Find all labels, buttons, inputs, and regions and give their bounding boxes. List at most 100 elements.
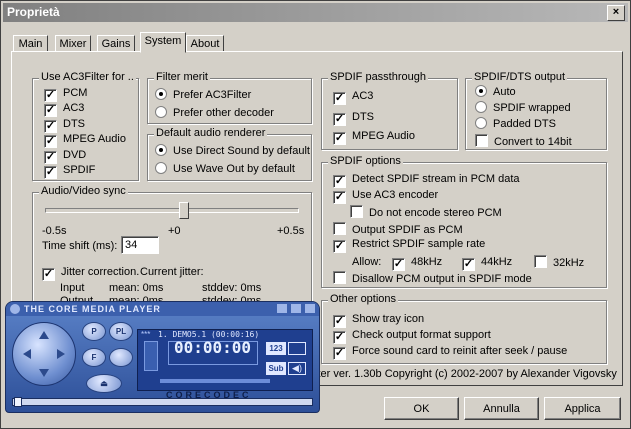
rate-32khz-checkbox[interactable]: 32kHz [534,255,584,269]
group-title: Default audio renderer [154,127,268,139]
tab-about[interactable]: About [186,35,224,52]
apply-button[interactable]: Applica [544,397,621,420]
show-tray-label: Show tray icon [352,313,425,325]
repeat-icon[interactable] [288,342,306,355]
pcm-label: PCM [63,87,88,99]
use-ac3filter-group: Use AC3Filter for .. ✓ PCM ✓ AC3 ✓ DTS ✓ MPE… [32,71,139,181]
rate-48khz-checkbox[interactable]: ✓ 48kHz [392,255,442,271]
checkmark-icon: ✓ [44,104,57,117]
slider-min-label: -0.5s [42,225,67,237]
tab-gains[interactable]: Gains [97,35,135,52]
wave-out-label: Use Wave Out by default [173,163,295,175]
pass-mpeg-audio-checkbox[interactable]: ✓ MPEG Audio [333,129,415,145]
output-spdif-pcm-label: Output SPDIF as PCM [352,224,463,236]
disallow-pcm-checkbox[interactable]: Disallow PCM output in SPDIF mode [333,271,532,285]
play-time: 00:00:00 [174,338,252,357]
spdif-wrapped-label: SPDIF wrapped [493,102,571,114]
ok-button[interactable]: OK [384,397,459,420]
player-f-button[interactable]: F [82,348,106,367]
mpeg-audio-label: MPEG Audio [63,133,126,145]
pass-dts-checkbox[interactable]: ✓ DTS [333,110,374,126]
radio-icon [475,85,487,97]
wave-out-radio[interactable]: Use Wave Out by default [155,162,295,176]
group-title: SPDIF/DTS output [472,71,568,83]
player-p-button[interactable]: P [82,322,106,341]
speaker-icon[interactable]: ◀) [288,362,306,375]
close-button[interactable]: × [607,5,625,21]
pass-mpeg-label: MPEG Audio [352,130,415,142]
tab-main[interactable]: Main [13,35,48,52]
player-close-icon[interactable] [305,304,315,313]
tab-mixer[interactable]: Mixer [55,35,91,52]
prefer-other-decoder-radio[interactable]: Prefer other decoder [155,106,274,120]
dts-checkbox[interactable]: ✓ DTS [44,117,85,133]
group-title: Use AC3Filter for .. [39,71,136,83]
checkbox-icon [475,134,488,147]
properties-window: Proprietà × Main Mixer Gains System Abou… [0,0,631,429]
direct-sound-radio[interactable]: Use Direct Sound by default [155,144,310,158]
subtitle-button[interactable]: Sub [266,362,286,375]
checkmark-icon: ✓ [42,268,55,281]
transport-arrows-icon [23,331,65,377]
dvd-checkbox[interactable]: ✓ DVD [44,148,87,164]
direct-sound-label: Use Direct Sound by default [173,145,310,157]
checkmark-icon: ✓ [333,175,346,188]
cancel-button[interactable]: Annulla [464,397,539,420]
detect-spdif-checkbox[interactable]: ✓ Detect SPDIF stream in PCM data [333,172,520,188]
use-ac3-encoder-checkbox[interactable]: ✓ Use AC3 encoder [333,188,438,204]
padded-dts-radio[interactable]: Padded DTS [475,117,556,131]
convert-14bit-checkbox[interactable]: Convert to 14bit [475,134,572,148]
pass-ac3-label: AC3 [352,90,374,102]
prefer-other-label: Prefer other decoder [173,107,274,119]
pcm-checkbox[interactable]: ✓ PCM [44,86,88,102]
time-shift-label: Time shift (ms): [42,240,118,252]
time-shift-slider-thumb[interactable] [179,202,189,219]
eject-button[interactable]: ⏏ [86,374,122,393]
spdif-checkbox[interactable]: ✓ SPDIF [44,163,96,179]
media-player-window[interactable]: THE CORE MEDIA PLAYER P PL F ⏏ *** 1. DE… [5,301,320,413]
transport-wheel[interactable] [12,322,76,386]
minimize-icon[interactable] [277,304,287,313]
radio-icon [155,106,167,118]
jitter-correction-checkbox[interactable]: ✓ Jitter correction. [42,265,139,281]
volume-meter[interactable] [144,341,158,371]
checkmark-icon: ✓ [44,166,57,179]
input-mean: mean: 0ms [109,282,164,294]
spdif-wrapped-radio[interactable]: SPDIF wrapped [475,101,571,115]
checkbox-icon [534,255,547,268]
disallow-pcm-label: Disallow PCM output in SPDIF mode [352,273,532,285]
rate-44khz-checkbox[interactable]: ✓ 44kHz [462,255,512,271]
checkmark-icon: ✓ [333,132,346,145]
seek-bar[interactable] [160,379,270,383]
checkmark-icon: ✓ [392,258,405,271]
restrict-label: Restrict SPDIF sample rate [352,238,486,250]
ac3-checkbox[interactable]: ✓ AC3 [44,101,84,117]
radio-icon [155,88,167,100]
tab-system[interactable]: System [140,32,186,53]
no-stereo-pcm-checkbox[interactable]: Do not encode stereo PCM [350,205,502,219]
output-spdif-pcm-checkbox[interactable]: Output SPDIF as PCM [333,222,463,236]
position-slider[interactable] [12,398,313,406]
counter-123-button[interactable]: 123 [266,342,286,355]
restrict-sample-rate-checkbox[interactable]: ✓ Restrict SPDIF sample rate [333,237,486,253]
filter-merit-group: Filter merit Prefer AC3Filter Prefer oth… [147,71,312,124]
mpeg-audio-checkbox[interactable]: ✓ MPEG Audio [44,132,126,148]
maximize-icon[interactable] [291,304,301,313]
playlist-button[interactable]: PL [109,322,133,341]
check-format-checkbox[interactable]: ✓ Check output format support [333,328,491,344]
prefer-ac3filter-radio[interactable]: Prefer AC3Filter [155,88,251,102]
dvd-label: DVD [63,149,87,161]
pass-ac3-checkbox[interactable]: ✓ AC3 [333,89,374,105]
effects-button[interactable] [109,348,133,367]
time-shift-input[interactable]: 34 [121,236,159,254]
position-thumb[interactable] [14,397,22,407]
group-title: Other options [328,293,399,305]
checkmark-icon: ✓ [462,258,475,271]
spdif-label: SPDIF [63,164,96,176]
auto-radio[interactable]: Auto [475,85,516,99]
show-tray-icon-checkbox[interactable]: ✓ Show tray icon [333,312,425,328]
force-reinit-checkbox[interactable]: ✓ Force sound card to reinit after seek /… [333,344,567,360]
time-shift-slider-track[interactable] [45,208,299,213]
group-title: Filter merit [154,71,210,83]
allow-label: Allow: [352,256,382,268]
